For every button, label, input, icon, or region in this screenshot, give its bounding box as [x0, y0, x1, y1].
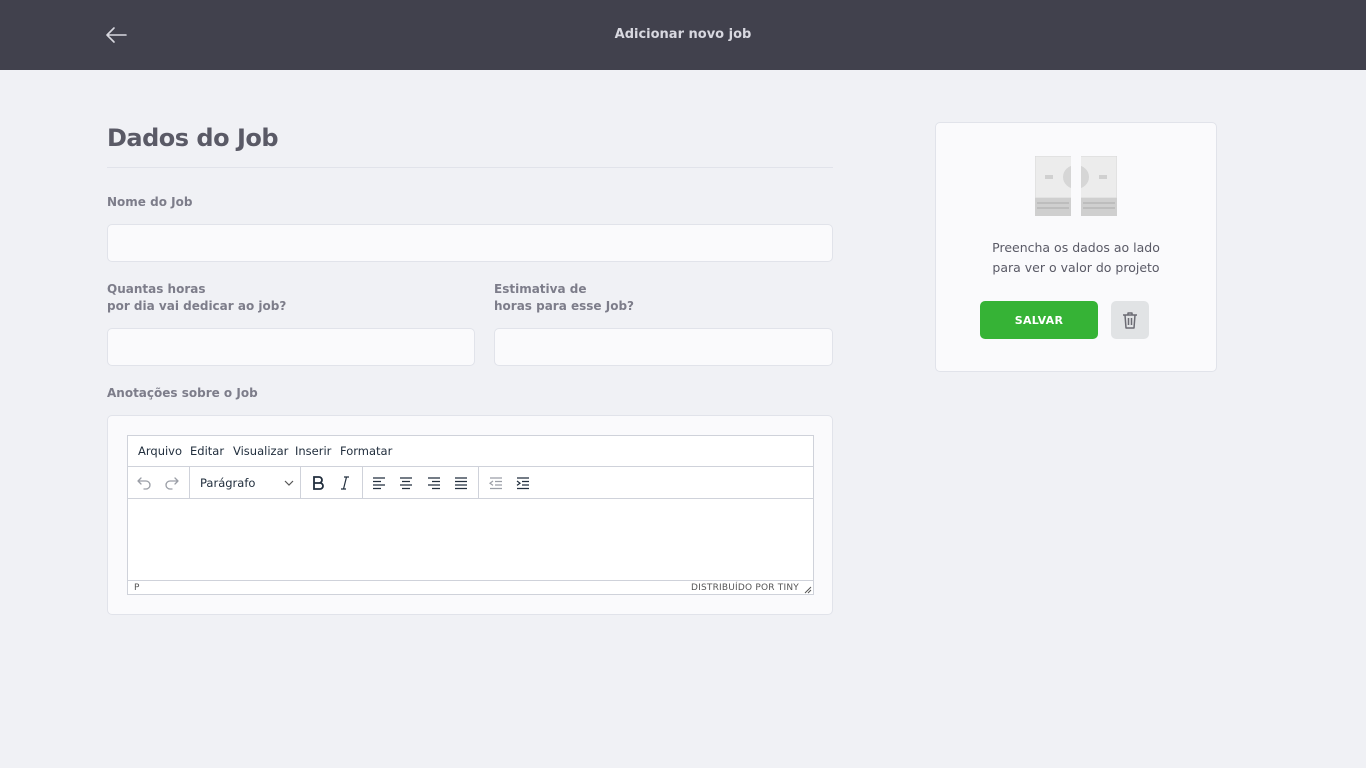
total-hours-label-line1: Estimativa de — [494, 282, 587, 296]
outdent-button[interactable] — [484, 472, 508, 494]
indent-icon — [516, 477, 529, 490]
editor-menubar: Arquivo Editar Visualizar Inserir Format… — [128, 436, 813, 467]
rich-text-editor: Arquivo Editar Visualizar Inserir Format… — [127, 435, 814, 595]
indent-button[interactable] — [511, 472, 535, 494]
total-hours-label: Estimativa de horas para esse Job? — [494, 281, 634, 315]
toolbar-separator — [478, 467, 479, 498]
align-center-button[interactable] — [394, 472, 418, 494]
notes-editor-card: Arquivo Editar Visualizar Inserir Format… — [107, 415, 833, 615]
hours-per-day-label: Quantas horas por dia vai dedicar ao job… — [107, 281, 286, 315]
outdent-icon — [488, 477, 502, 490]
hours-per-day-label-line1: Quantas horas — [107, 282, 206, 296]
hours-per-day-label-line2: por dia vai dedicar ao job? — [107, 299, 287, 313]
section-title: Dados do Job — [107, 124, 279, 152]
element-path[interactable]: P — [134, 583, 139, 593]
align-left-button[interactable] — [367, 472, 391, 494]
menu-visualizar[interactable]: Visualizar — [233, 444, 288, 458]
undo-icon — [137, 477, 151, 490]
align-right-button[interactable] — [422, 472, 446, 494]
hours-per-day-input[interactable] — [107, 328, 475, 366]
align-justify-button[interactable] — [449, 472, 473, 494]
summary-text: Preencha os dados ao lado para ver o val… — [936, 238, 1216, 278]
divider — [107, 167, 833, 168]
menu-editar[interactable]: Editar — [190, 444, 224, 458]
resize-handle-icon[interactable] — [804, 586, 812, 594]
summary-card: Preencha os dados ao lado para ver o val… — [935, 122, 1217, 372]
header-bar: Adicionar novo job — [0, 0, 1366, 70]
menu-inserir[interactable]: Inserir — [295, 444, 331, 458]
job-name-label: Nome do Job — [107, 195, 193, 209]
align-justify-icon — [455, 477, 467, 490]
job-name-input[interactable] — [107, 224, 833, 262]
bold-icon — [313, 476, 324, 490]
align-right-icon — [428, 477, 440, 490]
chevron-down-icon — [284, 480, 294, 486]
toolbar-separator — [300, 467, 301, 498]
undo-button[interactable] — [132, 472, 156, 494]
block-format-value: Parágrafo — [200, 476, 256, 490]
italic-icon — [341, 476, 349, 490]
total-hours-label-line2: horas para esse Job? — [494, 299, 635, 313]
italic-button[interactable] — [333, 472, 357, 494]
align-left-icon — [373, 477, 385, 490]
summary-text-line1: Preencha os dados ao lado — [992, 240, 1160, 255]
editor-content-area[interactable] — [128, 499, 813, 581]
redo-icon — [165, 477, 179, 490]
menu-formatar[interactable]: Formatar — [340, 444, 392, 458]
toolbar-separator — [362, 467, 363, 498]
tiny-branding-link[interactable]: DISTRIBUÍDO POR TINY — [691, 583, 799, 593]
bold-button[interactable] — [306, 472, 330, 494]
total-hours-input[interactable] — [494, 328, 833, 366]
trash-icon — [1123, 312, 1137, 329]
summary-text-line2: para ver o valor do projeto — [992, 260, 1160, 275]
toolbar-separator — [189, 467, 190, 498]
save-button[interactable]: SALVAR — [980, 301, 1098, 339]
notes-label: Anotações sobre o Job — [107, 386, 258, 400]
editor-toolbar: Parágrafo — [128, 467, 813, 499]
money-icon — [1035, 156, 1117, 216]
menu-arquivo[interactable]: Arquivo — [138, 444, 182, 458]
editor-statusbar: P DISTRIBUÍDO POR TINY — [128, 580, 813, 595]
block-format-select[interactable]: Parágrafo — [192, 472, 300, 494]
redo-button[interactable] — [160, 472, 184, 494]
delete-button[interactable] — [1111, 301, 1149, 339]
page-title: Adicionar novo job — [614, 27, 752, 42]
align-center-icon — [400, 477, 412, 490]
